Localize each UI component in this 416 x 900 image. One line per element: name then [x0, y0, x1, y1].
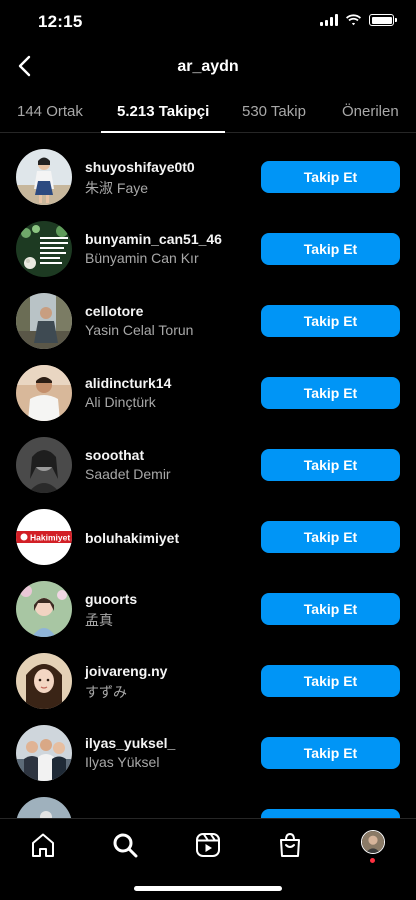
- follow-button[interactable]: Takip Et: [261, 305, 400, 337]
- tab-suggested[interactable]: Önerilen: [342, 103, 399, 120]
- full-name: 朱淑 Faye: [85, 180, 149, 196]
- user-names[interactable]: sooothat Saadet Demir: [85, 447, 255, 482]
- profile-avatar[interactable]: [361, 830, 385, 854]
- username: joivareng.ny: [85, 663, 168, 679]
- user-names[interactable]: joivareng.ny すずみ: [85, 663, 255, 702]
- avatar[interactable]: [16, 293, 72, 349]
- full-name: Ali Dinçtürk: [85, 394, 156, 410]
- full-name: Saadet Demir: [85, 466, 171, 482]
- list-item: Hakimiyet boluhakimiyet Takip Et: [0, 493, 416, 565]
- bottom-tab-bar: [0, 818, 416, 900]
- home-icon[interactable]: [28, 830, 58, 860]
- follow-button[interactable]: Takip Et: [261, 665, 400, 697]
- username: shuyoshifaye0t0: [85, 159, 195, 175]
- follower-list[interactable]: shuyoshifaye0t0 朱淑 Faye Takip Et bunyami…: [0, 133, 416, 818]
- home-indicator: [134, 886, 282, 891]
- wifi-icon: [346, 14, 361, 26]
- follow-button[interactable]: Takip Et: [261, 737, 400, 769]
- full-name: Yasin Celal Torun: [85, 322, 194, 338]
- cellular-signal-icon: [320, 14, 338, 26]
- avatar[interactable]: [16, 437, 72, 493]
- follow-button[interactable]: Takip Et: [261, 161, 400, 193]
- username: guoorts: [85, 591, 138, 607]
- user-names[interactable]: guoorts 孟真: [85, 591, 255, 630]
- tab-followers[interactable]: 5.213 Takipçi: [117, 103, 209, 120]
- notification-dot: [370, 858, 375, 863]
- username: bunyamin_can51_46: [85, 231, 222, 247]
- follow-button[interactable]: Takip Et: [261, 521, 400, 553]
- shop-icon[interactable]: [275, 830, 305, 860]
- search-icon[interactable]: [110, 830, 140, 860]
- list-item: [0, 781, 416, 818]
- tab-bar: 144 Ortak 5.213 Takipçi 530 Takip Öneril…: [0, 90, 416, 133]
- list-item: bunyamin_can51_46 Bünyamin Can Kır Takip…: [0, 205, 416, 277]
- user-names[interactable]: cellotore Yasin Celal Torun: [85, 303, 255, 338]
- avatar[interactable]: [16, 653, 72, 709]
- list-item: alidincturk14 Ali Dinçtürk Takip Et: [0, 349, 416, 421]
- username: boluhakimiyet: [85, 530, 180, 546]
- avatar[interactable]: [16, 365, 72, 421]
- follow-button[interactable]: Takip Et: [261, 377, 400, 409]
- avatar[interactable]: [16, 797, 72, 818]
- list-item: ilyas_yuksel_ Ilyas Yüksel Takip Et: [0, 709, 416, 781]
- status-bar: 12:15: [0, 0, 416, 44]
- full-name: Bünyamin Can Kır: [85, 250, 199, 266]
- username: sooothat: [85, 447, 145, 463]
- username: ilyas_yuksel_: [85, 735, 176, 751]
- reels-icon[interactable]: [193, 830, 223, 860]
- user-names[interactable]: shuyoshifaye0t0 朱淑 Faye: [85, 159, 255, 198]
- list-item: shuyoshifaye0t0 朱淑 Faye Takip Et: [0, 133, 416, 205]
- page-title: ar_aydn: [177, 58, 239, 75]
- avatar[interactable]: [16, 149, 72, 205]
- follow-button[interactable]: Takip Et: [261, 593, 400, 625]
- follow-button[interactable]: Takip Et: [261, 449, 400, 481]
- avatar[interactable]: [16, 725, 72, 781]
- follow-button[interactable]: [261, 809, 400, 818]
- user-names[interactable]: ilyas_yuksel_ Ilyas Yüksel: [85, 735, 255, 770]
- user-names[interactable]: boluhakimiyet: [85, 530, 255, 546]
- status-icons: [320, 14, 397, 26]
- username: alidincturk14: [85, 375, 172, 391]
- full-name: 孟真: [85, 612, 113, 628]
- avatar[interactable]: Hakimiyet: [16, 509, 72, 565]
- full-name: Ilyas Yüksel: [85, 754, 160, 770]
- list-item: guoorts 孟真 Takip Et: [0, 565, 416, 637]
- user-names[interactable]: alidincturk14 Ali Dinçtürk: [85, 375, 255, 410]
- avatar[interactable]: [16, 221, 72, 277]
- nav-header: ar_aydn: [0, 44, 416, 90]
- follow-button[interactable]: Takip Et: [261, 233, 400, 265]
- battery-icon: [369, 14, 397, 26]
- tab-following[interactable]: 530 Takip: [242, 103, 306, 120]
- user-names[interactable]: bunyamin_can51_46 Bünyamin Can Kır: [85, 231, 255, 266]
- list-item: sooothat Saadet Demir Takip Et: [0, 421, 416, 493]
- list-item: cellotore Yasin Celal Torun Takip Et: [0, 277, 416, 349]
- tab-mutual[interactable]: 144 Ortak: [17, 103, 83, 120]
- username: cellotore: [85, 303, 144, 319]
- status-time: 12:15: [38, 12, 83, 31]
- full-name: すずみ: [85, 684, 127, 700]
- list-item: joivareng.ny すずみ Takip Et: [0, 637, 416, 709]
- svg-text:Hakimiyet: Hakimiyet: [30, 533, 70, 543]
- avatar[interactable]: [16, 581, 72, 637]
